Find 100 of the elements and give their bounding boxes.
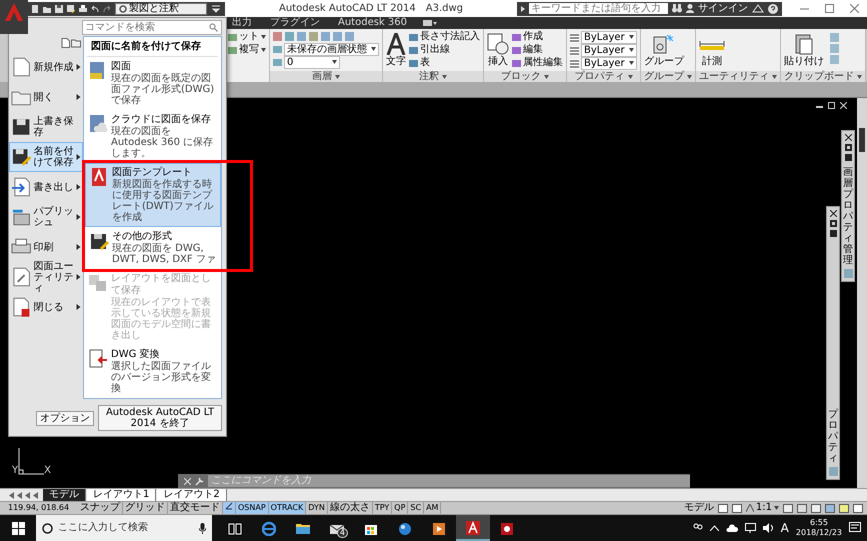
taskbar-app[interactable] [456,515,490,541]
network-icon[interactable] [744,523,756,533]
text-letter-icon[interactable] [386,33,406,55]
group-icon[interactable] [653,33,675,55]
ribbon-dropdown[interactable]: ByLayer [581,56,637,70]
menu-item[interactable]: 閉じる [9,292,83,322]
line-style-icon[interactable] [570,32,579,42]
scale-dropdown[interactable]: 1:1 [746,502,779,514]
line-style-icon[interactable] [570,46,579,54]
restore-icon[interactable] [828,102,835,109]
ribbon-button[interactable]: 編集 [512,44,563,56]
binoculars-icon[interactable] [672,4,682,13]
new-file-icon[interactable] [31,4,39,12]
ribbon-button[interactable]: 文字 [386,31,406,69]
menu-item[interactable]: 開く [9,82,83,112]
ribbon-button[interactable]: ット [228,31,266,43]
close-icon[interactable] [830,210,836,217]
status-toggle[interactable]: スナップ [78,502,123,514]
search-field[interactable]: ここに入力して検索 [58,522,194,534]
status-icon[interactable] [783,504,793,512]
command-search-field[interactable]: コマンドを検索 [82,20,222,34]
wrench-icon[interactable] [195,476,204,486]
ribbon-dropdown[interactable]: ByLayer [581,44,637,56]
taskbar-app[interactable]: 4 [320,515,354,541]
ribbon-dropdown[interactable]: ByLayer [581,30,637,44]
status-toggle[interactable]: OSNAP [236,502,269,514]
ribbon-button[interactable]: 属性編集 [512,57,563,69]
exit-button[interactable]: Autodesk AutoCAD LT 2014 を終了 [98,405,222,431]
status-toggle[interactable]: AM [424,502,442,514]
ribbon-dropdown[interactable]: 未保存の画層状態 [284,42,379,56]
workspace-dropdown[interactable]: 製図と注釈 [115,2,207,14]
menu-item[interactable]: 新規作成 [9,52,83,82]
status-icon[interactable] [825,504,835,512]
notification-icon[interactable] [849,522,861,534]
redo-icon[interactable] [103,4,111,12]
menu-item[interactable]: 名前を付けて保存 [9,142,83,172]
command-input[interactable]: ここにコマンドを入力 [208,475,690,487]
menu-item[interactable]: 印刷 [9,232,83,262]
ribbon-tab[interactable]: プラグイン [268,17,322,29]
menu-option[interactable]: 図面テンプレート 新規図面を作成する時に使用する図面テンプレート(DWT)ファイルを作成 [85,163,221,227]
layout-icon[interactable] [718,504,728,512]
ribbon-button[interactable]: 挿入 [487,31,509,69]
ribbon-button[interactable]: 表 [409,57,480,69]
search-bar[interactable]: ここに入力して検索 [36,515,212,541]
status-toggle[interactable]: DYN [306,502,328,514]
ribbon-button[interactable]: 複写 [228,44,266,56]
palette-strip[interactable]: 画層プロパティ管理 [841,130,855,282]
ribbon-tab[interactable]: 出力 [230,17,254,29]
menu-option[interactable]: クラウドに図面を保存 現在の図面を Autodesk 360 に保存します。 [84,110,221,163]
menu-item[interactable]: 書き出し [9,172,83,202]
panel-toggle-icon[interactable] [422,19,437,27]
menu-item[interactable]: 図面ユーティリティ [9,262,83,292]
open-folder-icon[interactable] [43,4,51,12]
status-toggle[interactable]: SC [408,502,424,514]
window-icon[interactable] [853,504,863,512]
ribbon-button[interactable]: 引出線 [409,44,480,56]
ime-indicator[interactable]: A [780,522,789,534]
space-label[interactable]: モデル [684,502,714,514]
insert-block-icon[interactable] [487,33,509,55]
printer-icon[interactable] [79,4,87,12]
palette-title[interactable]: 画層プロパティ管理 [843,167,853,266]
polar-toggle[interactable] [223,502,236,514]
line-style-icon[interactable] [570,58,579,68]
status-toggle[interactable]: QP [392,502,408,514]
sign-in-link[interactable]: サインイン [698,2,748,14]
dropdown-caret-icon[interactable] [211,4,221,12]
menu-option[interactable]: 図面 現在の図面を既定の図面ファイル形式(DWG)で保存 [84,57,221,110]
menu-option[interactable]: その他の形式 現在の図面を DWG, DWT, DWS, DXF ファ [85,227,221,269]
start-icon[interactable] [12,522,24,534]
layout-tab[interactable]: レイアウト1 [87,489,156,501]
undo-icon[interactable] [91,4,99,12]
search-field[interactable]: キーワードまたは語句を入力 [529,3,668,14]
status-toggle[interactable]: 線の太さ [328,502,373,514]
ribbon-button[interactable]: 計測 [699,31,725,69]
scrollbar-thumb[interactable] [859,128,865,152]
clipboard-icon[interactable] [794,33,814,55]
status-toggle[interactable]: OTRACK [268,502,306,514]
menu-item[interactable]: 上書き保存 [9,112,83,142]
close-icon[interactable] [844,134,852,141]
ribbon-button[interactable]: 作成 [512,31,563,43]
status-toggle[interactable]: TPY [372,502,392,514]
folder-icon[interactable] [71,38,81,48]
cloud-icon[interactable] [726,524,738,532]
panel-title[interactable]: 画層 [312,71,332,82]
document-icon[interactable] [61,38,70,48]
chevron-up-icon[interactable] [710,525,719,531]
help-icon[interactable] [768,4,778,14]
menu-item[interactable]: パブリッシュ [9,202,83,232]
palette-strip[interactable]: プロパティ [826,206,840,480]
ribbon-dropdown[interactable]: 0 [284,56,340,68]
options-button[interactable]: オプション [36,410,94,426]
layout-tab[interactable]: レイアウト2 [157,489,227,501]
panel-title[interactable]: 注釈 [419,71,439,82]
layout-icon[interactable] [732,504,742,512]
palette-title[interactable]: プロパティ [828,409,838,464]
status-toggle[interactable]: グリッド [123,502,168,514]
maximize-icon[interactable] [825,4,834,13]
ribbon-button[interactable]: 長さ寸法記入 [409,31,480,43]
ribbon-tab[interactable]: Autodesk 360 [336,17,409,29]
speaker-icon[interactable] [762,523,774,533]
